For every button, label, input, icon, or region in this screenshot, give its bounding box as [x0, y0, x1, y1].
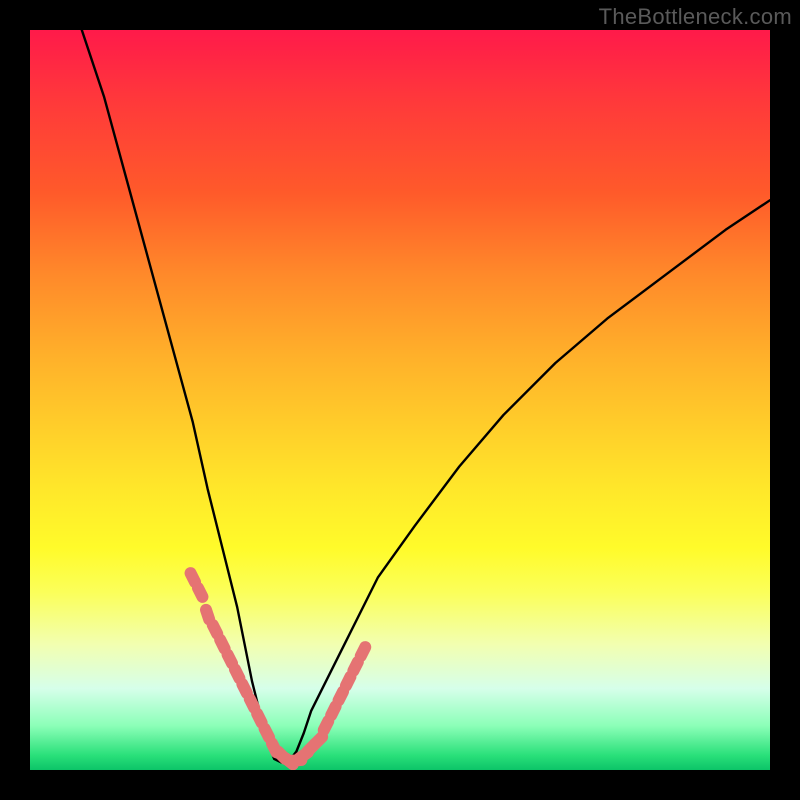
plot-area — [30, 30, 770, 770]
chart-frame: TheBottleneck.com — [0, 0, 800, 800]
curve-line — [82, 30, 770, 763]
curve-svg — [30, 30, 770, 770]
watermark-text: TheBottleneck.com — [599, 4, 792, 30]
marker-group — [183, 565, 374, 770]
